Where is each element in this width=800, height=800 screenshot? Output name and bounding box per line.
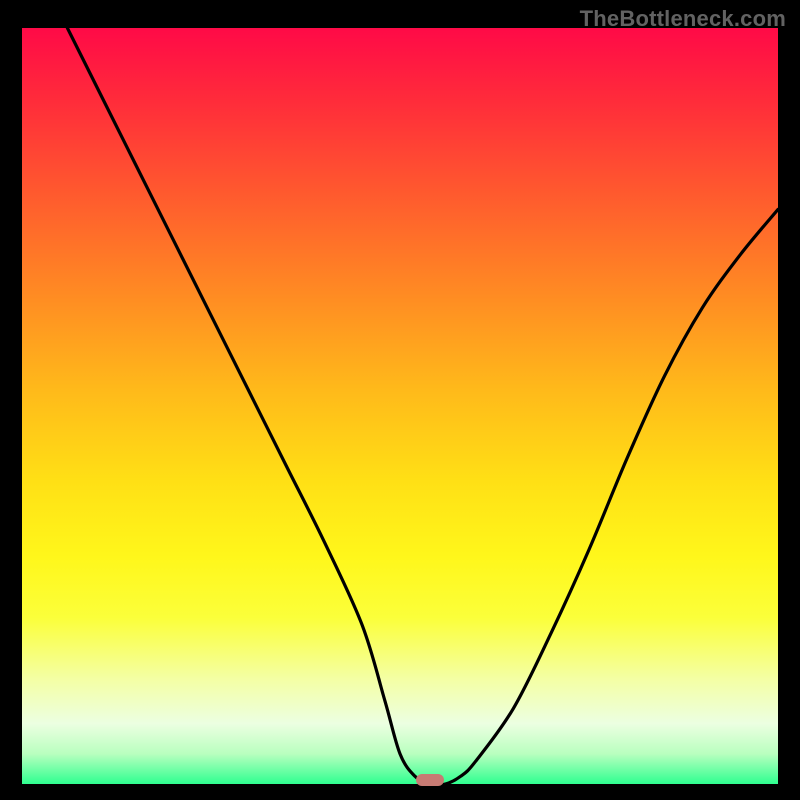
chart-frame: TheBottleneck.com	[0, 0, 800, 800]
optimum-marker	[416, 774, 444, 786]
bottleneck-curve	[67, 28, 778, 784]
watermark-text: TheBottleneck.com	[580, 6, 786, 32]
plot-area	[22, 28, 778, 784]
curve-svg	[22, 28, 778, 784]
